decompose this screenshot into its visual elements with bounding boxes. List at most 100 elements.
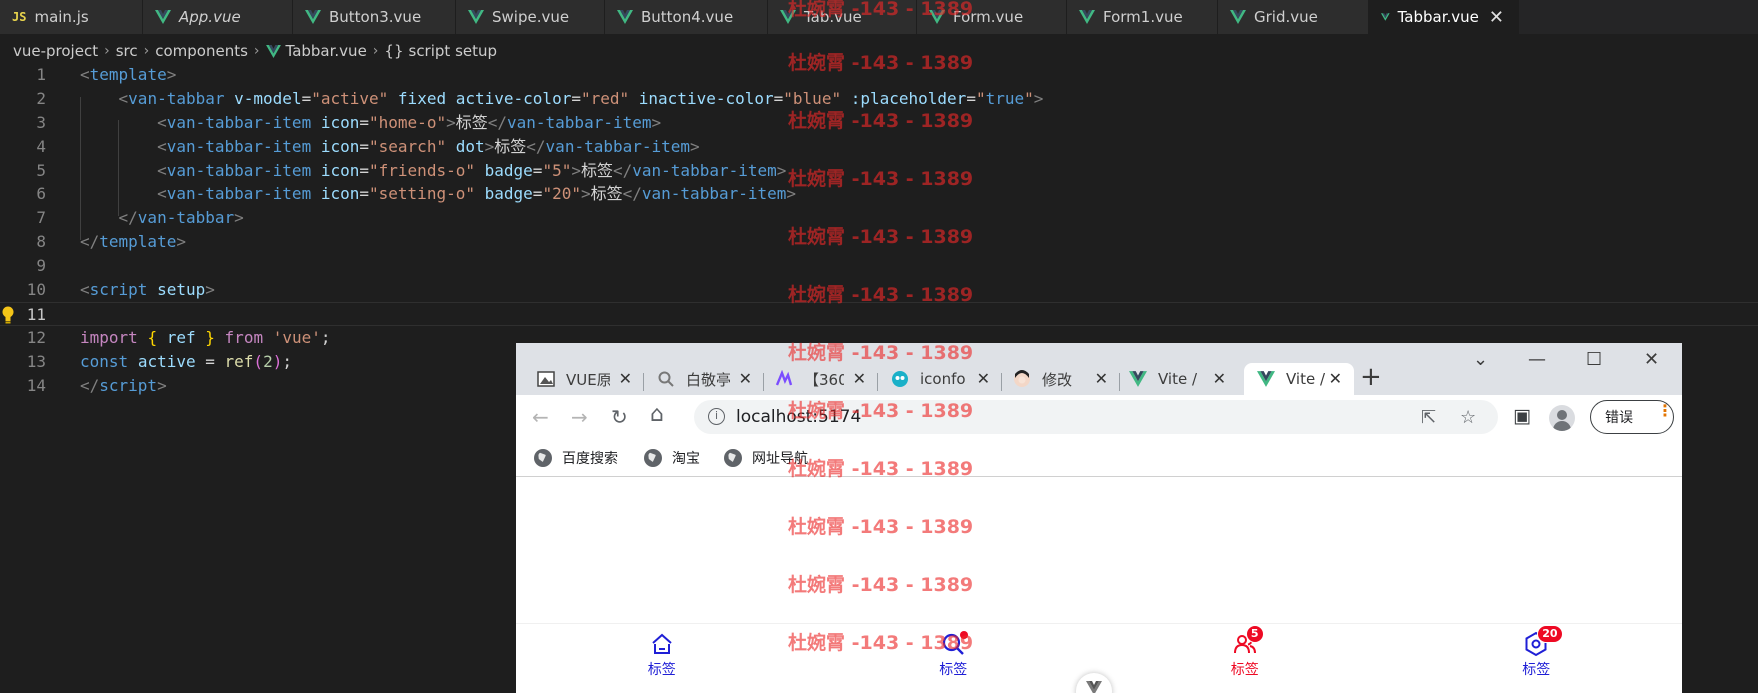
- watermark-text: 杜婉霄 -143 - 1389: [788, 168, 974, 190]
- close-icon[interactable]: ✕: [1329, 369, 1342, 388]
- profile-avatar[interactable]: [1549, 405, 1575, 431]
- code-token: =: [532, 184, 543, 204]
- breadcrumb-symbol[interactable]: script setup: [409, 42, 498, 60]
- editor-tab[interactable]: Swipe.vue: [456, 0, 605, 34]
- code-token: icon: [320, 184, 360, 204]
- line-code: </script>: [80, 374, 167, 398]
- maximize-button[interactable]: ☐: [1586, 349, 1602, 370]
- tabbar-item[interactable]: 标签: [516, 624, 808, 693]
- browser-tab[interactable]: 白敬亭 ✕: [656, 363, 752, 395]
- close-icon[interactable]: ✕: [1489, 7, 1504, 28]
- breadcrumb-project[interactable]: vue-project: [13, 42, 98, 60]
- tab-divider: [1001, 373, 1002, 391]
- close-icon[interactable]: ✕: [619, 369, 632, 388]
- minimize-button[interactable]: —: [1528, 349, 1546, 370]
- code-token: ;: [320, 327, 331, 347]
- watermark-text: 杜婉霄 -143 - 1389: [788, 632, 974, 654]
- new-tab-button[interactable]: +: [1360, 362, 1382, 392]
- tab-search-icon[interactable]: ⌄: [1473, 349, 1488, 370]
- share-icon[interactable]: ⇱: [1421, 407, 1436, 428]
- reload-button[interactable]: ↻: [611, 405, 628, 429]
- line-number: 14: [26, 375, 46, 395]
- vue-icon: [1086, 681, 1102, 693]
- browser-tab[interactable]: 修改 ✕: [1012, 363, 1108, 395]
- watermark-text: 杜婉霄 -143 - 1389: [788, 342, 974, 364]
- code-token: van-tabbar-item: [641, 184, 787, 204]
- tab-divider: [877, 373, 878, 391]
- close-icon[interactable]: ✕: [1095, 369, 1108, 388]
- code-token: 标签: [455, 112, 488, 132]
- editor-tab[interactable]: Tabbar.vue ✕: [1369, 0, 1519, 34]
- tabbar-item[interactable]: 20 标签: [1391, 624, 1683, 693]
- lightbulb-icon[interactable]: [2, 306, 14, 324]
- code-token: template: [99, 232, 177, 252]
- window-close-button[interactable]: ✕: [1644, 349, 1659, 370]
- chevron-right-icon: ›: [143, 43, 150, 59]
- home-button[interactable]: ⌂: [650, 402, 664, 427]
- search-favicon: [656, 369, 676, 389]
- breadcrumb-file[interactable]: Tabbar.vue: [286, 42, 367, 60]
- forward-button[interactable]: →: [571, 405, 588, 429]
- back-button[interactable]: ←: [532, 405, 549, 429]
- bookmark-star-icon[interactable]: ☆: [1460, 407, 1476, 428]
- code-token: >: [205, 280, 215, 300]
- watermark-text: 杜婉霄 -143 - 1389: [788, 574, 974, 596]
- error-button-label: 错误: [1605, 410, 1633, 426]
- editor-tab[interactable]: Form1.vue: [1067, 0, 1218, 34]
- line-code: <van-tabbar-item icon="friends-o" badge=…: [80, 159, 786, 183]
- vue-icon: [468, 10, 484, 24]
- globe-icon: [724, 449, 742, 467]
- code-line[interactable]: 9: [0, 254, 1758, 278]
- browser-tab[interactable]: VUE原 ✕: [536, 363, 632, 395]
- breadcrumb-src[interactable]: src: [116, 42, 138, 60]
- close-icon[interactable]: ✕: [853, 369, 866, 388]
- bookmark-item[interactable]: 淘宝: [644, 448, 700, 468]
- tabbar-item-label: 标签: [647, 662, 676, 678]
- code-line[interactable]: 4 <van-tabbar-item icon="search" dot>标签<…: [0, 135, 1758, 159]
- browser-tab-label: iconfo: [920, 370, 966, 388]
- friends-icon: 5: [1232, 625, 1264, 657]
- browser-tab[interactable]: Vite / ✕: [1128, 363, 1226, 395]
- close-icon[interactable]: ✕: [739, 369, 752, 388]
- editor-tab[interactable]: Button3.vue: [293, 0, 456, 34]
- line-number: 10: [26, 280, 46, 300]
- breadcrumb-components[interactable]: components: [155, 42, 248, 60]
- browser-tab[interactable]: iconfo ✕: [890, 363, 990, 395]
- code-token: 'vue': [272, 327, 321, 347]
- sidebar-icon[interactable]: ▣: [1513, 405, 1531, 427]
- code-token: >: [776, 160, 787, 180]
- editor-tab[interactable]: Button4.vue: [605, 0, 768, 34]
- site-info-icon[interactable]: i: [708, 408, 725, 425]
- close-icon[interactable]: ✕: [1213, 369, 1226, 388]
- tabbar-item[interactable]: 5 标签: [1099, 624, 1391, 693]
- error-button[interactable]: 错误 ⋮: [1590, 400, 1674, 434]
- editor-tab[interactable]: App.vue: [143, 0, 293, 34]
- bookmark-item[interactable]: 百度搜索: [534, 448, 618, 468]
- browser-tab[interactable]: Vite / ✕: [1244, 363, 1354, 395]
- editor-tab[interactable]: JS main.js: [0, 0, 143, 34]
- code-token: icon: [320, 136, 360, 156]
- globe-icon: [534, 449, 552, 467]
- tabbar-item-label: 标签: [1522, 662, 1551, 678]
- image-favicon: [536, 369, 556, 389]
- close-icon[interactable]: ✕: [977, 369, 990, 388]
- browser-tab[interactable]: 【360 ✕: [774, 363, 866, 395]
- code-token: 标签: [580, 160, 613, 180]
- watermark-text: 杜婉霄 -143 - 1389: [788, 110, 974, 132]
- browser-tab-label: 修改: [1042, 370, 1073, 389]
- line-code: const active = ref(2);: [80, 350, 292, 374]
- vue-favicon: [1256, 369, 1276, 389]
- editor-tab[interactable]: Grid.vue: [1218, 0, 1369, 34]
- line-number: 6: [36, 184, 46, 204]
- watermark-text: 杜婉霄 -143 - 1389: [788, 52, 974, 74]
- tabbar-item-label: 标签: [1230, 662, 1259, 678]
- code-token: <: [118, 88, 129, 108]
- code-token: van-tabbar-item: [545, 136, 691, 156]
- watermark-text: 杜婉霄 -143 - 1389: [788, 458, 974, 480]
- browser-tab-label: VUE原: [566, 370, 610, 389]
